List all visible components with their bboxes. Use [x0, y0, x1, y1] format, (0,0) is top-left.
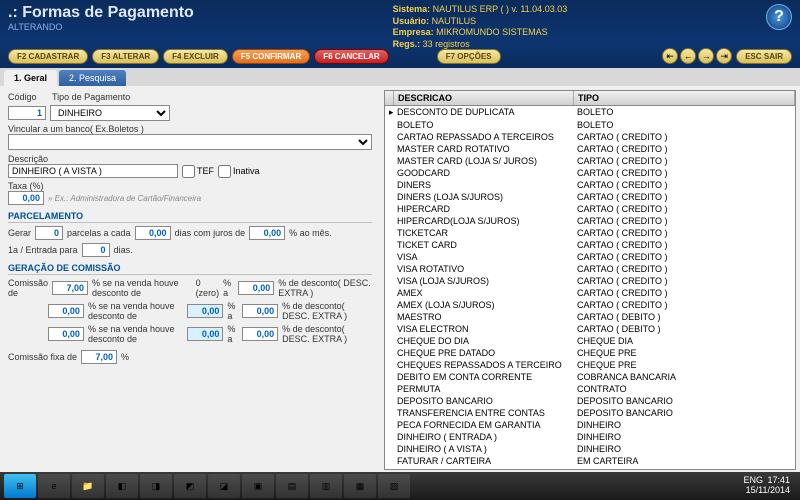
list-row[interactable]: VISA (LOJA S/JUROS)CARTAO ( CREDITO ) — [385, 275, 795, 287]
app-subtitle: ALTERANDO — [8, 22, 194, 32]
task-app7-icon[interactable]: ▥ — [310, 474, 342, 498]
list-row[interactable]: PERMUTACONTRATO — [385, 383, 795, 395]
list-row[interactable]: TICKETCARCARTAO ( CREDITO ) — [385, 227, 795, 239]
list-row[interactable]: COBRANCA EM CARTEIRAEM CARTEIRA — [385, 467, 795, 470]
task-folder-icon[interactable]: 📁 — [72, 474, 104, 498]
system-info: Sistema: NAUTILUS ERP ( ) v. 11.04.03.03… — [393, 4, 568, 51]
nav-group: ⇤ ← → ⇥ — [662, 48, 732, 64]
list-row[interactable]: AMEX (LOJA S/JUROS)CARTAO ( CREDITO ) — [385, 299, 795, 311]
sair-button[interactable]: ESC SAIR — [736, 49, 792, 64]
list-row[interactable]: HIPERCARD(LOJA S/JUROS)CARTAO ( CREDITO … — [385, 215, 795, 227]
title-bar: .: Formas de Pagamento ALTERANDO Sistema… — [0, 0, 800, 44]
task-app3-icon[interactable]: ◩ — [174, 474, 206, 498]
inativa-checkbox[interactable]: Inativa — [218, 165, 260, 178]
tef-checkbox[interactable]: TEF — [182, 165, 214, 178]
list-row[interactable]: HIPERCARDCARTAO ( CREDITO ) — [385, 203, 795, 215]
systray[interactable]: ENG 17:4115/11/2014 — [744, 476, 797, 496]
list-header: DESCRICAO TIPO — [385, 91, 795, 106]
juros-input[interactable] — [249, 226, 285, 240]
cadastrar-button[interactable]: F2 CADASTRAR — [8, 49, 88, 64]
task-app1-icon[interactable]: ◧ — [106, 474, 138, 498]
list-row[interactable]: BOLETOBOLETO — [385, 119, 795, 131]
taxa-label: Taxa (%) — [8, 181, 372, 191]
parcelamento-header: PARCELAMENTO — [8, 211, 372, 223]
list-row[interactable]: VISA ROTATIVOCARTAO ( CREDITO ) — [385, 263, 795, 275]
list-row[interactable]: FATURAR / CARTEIRAEM CARTEIRA — [385, 455, 795, 467]
alterar-button[interactable]: F3 ALTERAR — [92, 49, 159, 64]
list-row[interactable]: MASTER CARD (LOJA S/ JUROS)CARTAO ( CRED… — [385, 155, 795, 167]
codigo-input[interactable] — [8, 106, 46, 120]
list-row[interactable]: MAESTROCARTAO ( DEBITO ) — [385, 311, 795, 323]
list-row[interactable]: CARTAO REPASSADO A TERCEIROSCARTAO ( CRE… — [385, 131, 795, 143]
list-row[interactable]: DINERS (LOJA S/JUROS)CARTAO ( CREDITO ) — [385, 191, 795, 203]
tab-pesquisa[interactable]: 2. Pesquisa — [59, 70, 126, 86]
comissao2-input[interactable] — [48, 304, 84, 318]
gerar-input[interactable] — [35, 226, 63, 240]
list-panel: DESCRICAO TIPO ▸DESCONTO DE DUPLICATABOL… — [384, 90, 796, 470]
taxa-input[interactable] — [8, 191, 44, 205]
list-row[interactable]: TRANSFERENCIA ENTRE CONTASDEPOSITO BANCA… — [385, 407, 795, 419]
list-row[interactable]: CHEQUES REPASSADOS A TERCEIROCHEQUE PRE — [385, 359, 795, 371]
nav-first-icon[interactable]: ⇤ — [662, 48, 678, 64]
desc2-input[interactable] — [242, 304, 278, 318]
list-row[interactable]: CHEQUE PRE DATADOCHEQUE PRE — [385, 347, 795, 359]
list-row[interactable]: DEBITO EM CONTA CORRENTECOBRANCA BANCARI… — [385, 371, 795, 383]
task-ie-icon[interactable]: e — [38, 474, 70, 498]
cancelar-button[interactable]: F6 CANCELAR — [314, 49, 388, 64]
descricao-label: Descrição — [8, 154, 372, 164]
col-descricao[interactable]: DESCRICAO — [394, 91, 574, 105]
taxa-hint: » Ex.: Administradora de Cartão/Financei… — [48, 194, 201, 203]
list-row[interactable]: GOODCARDCARTAO ( CREDITO ) — [385, 167, 795, 179]
list-row[interactable]: DEPOSITO BANCARIODEPOSITO BANCARIO — [385, 395, 795, 407]
v2-input[interactable] — [187, 304, 223, 318]
list-row[interactable]: ▸DESCONTO DE DUPLICATABOLETO — [385, 106, 795, 119]
list-row[interactable]: PECA FORNECIDA EM GARANTIADINHEIRO — [385, 419, 795, 431]
vincular-select[interactable] — [8, 134, 372, 150]
confirmar-button[interactable]: F5 CONFIRMAR — [232, 49, 310, 64]
tipo-label: Tipo de Pagamento — [52, 92, 130, 102]
nav-last-icon[interactable]: ⇥ — [716, 48, 732, 64]
col-tipo[interactable]: TIPO — [574, 91, 795, 105]
list-row[interactable]: VISACARTAO ( CREDITO ) — [385, 251, 795, 263]
v3-input[interactable] — [187, 327, 223, 341]
list-row[interactable]: TICKET CARDCARTAO ( CREDITO ) — [385, 239, 795, 251]
nav-next-icon[interactable]: → — [698, 48, 714, 64]
list-row[interactable]: CHEQUE DO DIACHEQUE DIA — [385, 335, 795, 347]
list-row[interactable]: AMEXCARTAO ( CREDITO ) — [385, 287, 795, 299]
list-row[interactable]: MASTER CARD ROTATIVOCARTAO ( CREDITO ) — [385, 143, 795, 155]
parcelas-input[interactable] — [135, 226, 171, 240]
comissao1-input[interactable] — [52, 281, 88, 295]
app-title: .: Formas de Pagamento — [8, 4, 194, 22]
form-panel: Código Tipo de Pagamento DINHEIRO Vincul… — [0, 86, 380, 474]
comissao-fixa-input[interactable] — [81, 350, 117, 364]
opcoes-button[interactable]: F7 OPÇÕES — [437, 49, 501, 64]
nav-prev-icon[interactable]: ← — [680, 48, 696, 64]
list-row[interactable]: DINHEIRO ( A VISTA )DINHEIRO — [385, 443, 795, 455]
comissao3-input[interactable] — [48, 327, 84, 341]
task-app6-icon[interactable]: ▤ — [276, 474, 308, 498]
desc3-input[interactable] — [242, 327, 278, 341]
task-app2-icon[interactable]: ◨ — [140, 474, 172, 498]
task-app5-icon[interactable]: ▣ — [242, 474, 274, 498]
help-icon[interactable]: ? — [766, 4, 792, 30]
taskbar: ⊞ e 📁 ◧ ◨ ◩ ◪ ▣ ▤ ▥ ▦ ▧ ENG 17:4115/11/2… — [0, 472, 800, 500]
task-app9-icon[interactable]: ▧ — [378, 474, 410, 498]
descricao-input[interactable] — [8, 164, 178, 178]
list-row[interactable]: DINHEIRO ( ENTRADA )DINHEIRO — [385, 431, 795, 443]
list-row[interactable]: VISA ELECTRONCARTAO ( DEBITO ) — [385, 323, 795, 335]
comissao-header: GERAÇÃO DE COMISSÃO — [8, 263, 372, 275]
codigo-label: Código — [8, 92, 37, 102]
desc1-input[interactable] — [238, 281, 274, 295]
vincular-label: Vincular a um banco( Ex.Boletos ) — [8, 124, 372, 134]
task-app8-icon[interactable]: ▦ — [344, 474, 376, 498]
excluir-button[interactable]: F4 EXCLUIR — [163, 49, 228, 64]
start-button[interactable]: ⊞ — [4, 474, 36, 498]
tabs: 1. Geral 2. Pesquisa — [0, 68, 800, 86]
list-row[interactable]: DINERSCARTAO ( CREDITO ) — [385, 179, 795, 191]
tipo-select[interactable]: DINHEIRO — [50, 105, 170, 121]
entrada-input[interactable] — [82, 243, 110, 257]
tab-geral[interactable]: 1. Geral — [4, 70, 57, 86]
task-app4-icon[interactable]: ◪ — [208, 474, 240, 498]
